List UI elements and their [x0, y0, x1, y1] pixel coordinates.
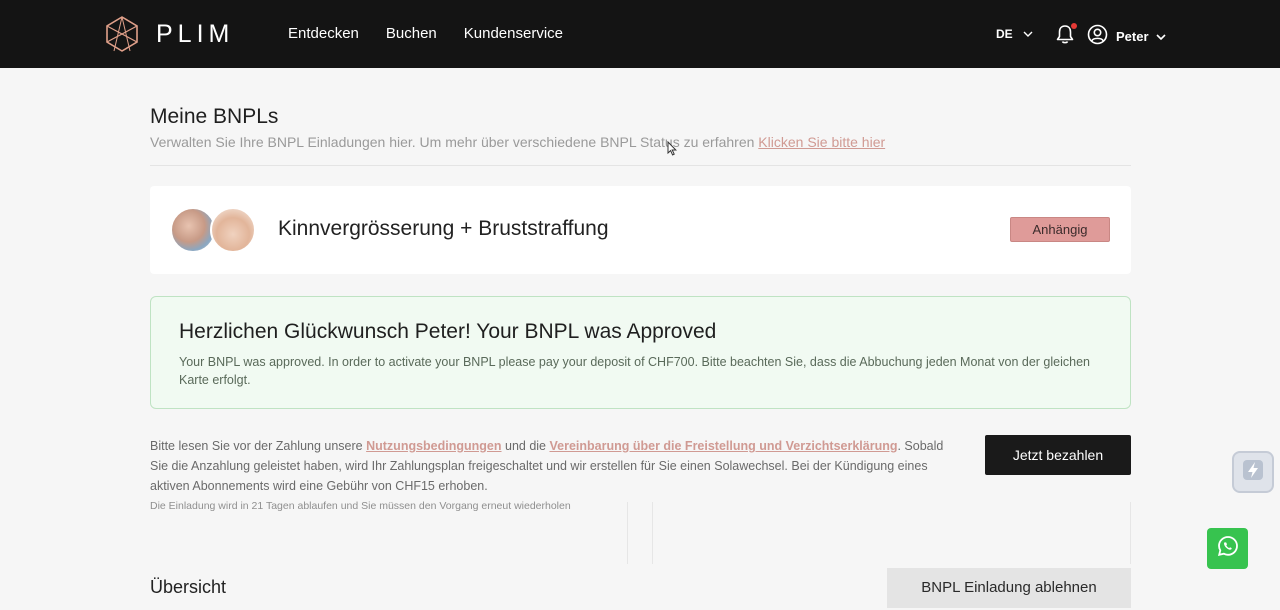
approval-message: Herzlichen Glückwunsch Peter! Your BNPL …	[150, 296, 1131, 409]
bolt-icon	[1241, 458, 1265, 487]
side-widget-button[interactable]	[1232, 451, 1274, 493]
nav-item-buchen[interactable]: Buchen	[386, 25, 437, 42]
approval-text: Your BNPL was approved. In order to acti…	[179, 355, 1090, 387]
plim-logo-icon	[104, 15, 140, 53]
whatsapp-button[interactable]	[1207, 528, 1248, 569]
treatment-title: Kinnvergrösserung + Bruststraffung	[278, 217, 609, 240]
nav-item-entdecken[interactable]: Entdecken	[288, 25, 359, 42]
top-navigation-bar: PLIM Entdecken Buchen Kundenservice DE P…	[0, 0, 1280, 68]
divider	[627, 502, 628, 564]
divider	[1130, 502, 1131, 564]
treatment-image	[210, 207, 256, 253]
waiver-agreement-link[interactable]: Vereinbarung über die Freistellung und V…	[549, 439, 897, 453]
bnpl-card: Kinnvergrösserung + Bruststraffung Anhän…	[150, 186, 1131, 274]
mouse-cursor-icon	[667, 140, 677, 161]
terms-text: Bitte lesen Sie vor der Zahlung unsere	[150, 439, 367, 453]
terms-text: und die	[501, 439, 550, 453]
chevron-down-icon	[1155, 29, 1166, 44]
decline-invitation-button[interactable]: BNPL Einladung ablehnen	[887, 568, 1131, 608]
page-subtitle: Verwalten Sie Ihre BNPL Einladungen hier…	[150, 134, 885, 150]
payment-terms: Bitte lesen Sie vor der Zahlung unsere N…	[150, 436, 950, 496]
divider	[652, 502, 653, 564]
whatsapp-icon	[1216, 534, 1240, 563]
treatment-avatars	[170, 207, 260, 253]
page-title: Meine BNPLs	[150, 105, 279, 128]
plim-logo[interactable]: PLIM	[104, 15, 234, 53]
divider	[150, 165, 1131, 166]
pay-now-button[interactable]: Jetzt bezahlen	[985, 435, 1131, 475]
overview-heading: Übersicht	[150, 577, 227, 597]
bell-icon	[1055, 25, 1075, 49]
terms-of-use-link[interactable]: Nutzungsbedingungen	[366, 439, 501, 453]
notifications-button[interactable]	[1055, 23, 1077, 50]
user-name: Peter	[1116, 28, 1149, 44]
expiry-note: Die Einladung wird in 21 Tagen ablaufen …	[150, 500, 571, 512]
logo-text: PLIM	[156, 19, 235, 48]
user-menu[interactable]: Peter	[1087, 24, 1166, 48]
nav-item-kundenservice[interactable]: Kundenservice	[464, 25, 563, 42]
language-selector[interactable]: DE	[996, 27, 1033, 41]
status-badge: Anhängig	[1010, 217, 1110, 242]
chevron-down-icon	[1023, 27, 1033, 41]
notification-dot	[1071, 23, 1077, 29]
language-code: DE	[996, 27, 1013, 41]
main-nav: Entdecken Buchen Kundenservice	[288, 25, 590, 42]
approval-title: Herzlichen Glückwunsch Peter! Your BNPL …	[179, 320, 717, 343]
bnpl-status-info-link[interactable]: Klicken Sie bitte hier	[758, 134, 885, 150]
user-circle-icon	[1087, 24, 1108, 48]
